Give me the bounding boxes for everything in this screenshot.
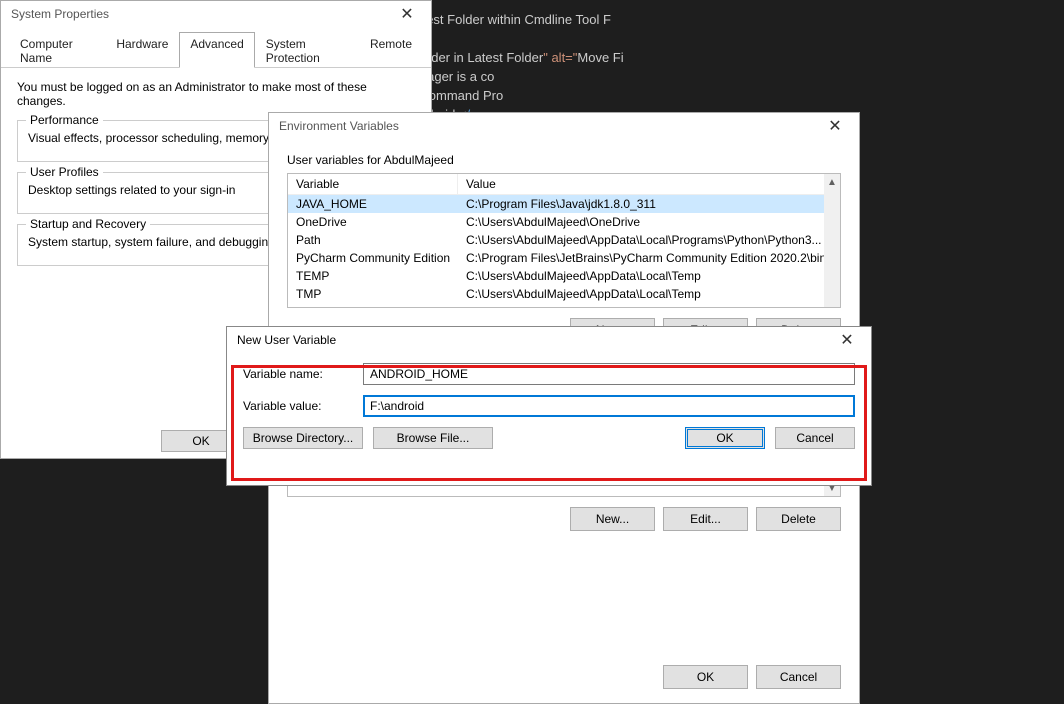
cell-value: C:\Users\AbdulMajeed\OneDrive — [458, 213, 840, 231]
tab-advanced[interactable]: Advanced — [179, 32, 254, 68]
cell-variable: TMP — [288, 285, 458, 303]
cell-value: C:\Program Files\Java\jdk1.8.0_311 — [458, 195, 840, 213]
window-title: System Properties — [11, 7, 389, 21]
cell-variable: JAVA_HOME — [288, 195, 458, 213]
cell-value: C:\Users\AbdulMajeed\AppData\Local\Temp — [458, 285, 840, 303]
cell-value: C:\Users\AbdulMajeed\AppData\Local\Progr… — [458, 231, 840, 249]
user-variables-table[interactable]: Variable Value JAVA_HOMEC:\Program Files… — [287, 173, 841, 308]
dialog-buttons: OK Cancel — [663, 665, 841, 689]
cancel-button[interactable]: Cancel — [756, 665, 841, 689]
variable-name-input[interactable] — [363, 363, 855, 385]
titlebar: System Properties ✕ — [1, 1, 431, 27]
new-button[interactable]: New... — [570, 507, 655, 531]
col-variable[interactable]: Variable — [288, 174, 458, 194]
group-title: Startup and Recovery — [26, 217, 150, 231]
table-row[interactable]: TMPC:\Users\AbdulMajeed\AppData\Local\Te… — [288, 285, 840, 303]
scrollbar[interactable]: ▲ — [824, 174, 840, 307]
close-icon[interactable]: ✕ — [817, 113, 853, 139]
newvar-body: Variable name: Variable value: Browse Di… — [227, 353, 871, 461]
new-user-variable-dialog: New User Variable ✕ Variable name: Varia… — [226, 326, 872, 486]
browse-file-button[interactable]: Browse File... — [373, 427, 493, 449]
table-row[interactable]: PathC:\Users\AbdulMajeed\AppData\Local\P… — [288, 231, 840, 249]
cell-value: C:\Users\AbdulMajeed\AppData\Local\Temp — [458, 267, 840, 285]
cell-variable: OneDrive — [288, 213, 458, 231]
table-row[interactable]: OneDriveC:\Users\AbdulMajeed\OneDrive — [288, 213, 840, 231]
tab-system-protection[interactable]: System Protection — [255, 32, 359, 68]
table-header: Variable Value — [288, 174, 840, 195]
titlebar: New User Variable ✕ — [227, 327, 871, 353]
window-title: Environment Variables — [279, 119, 817, 133]
ok-button[interactable]: OK — [685, 427, 765, 449]
tab-remote[interactable]: Remote — [359, 32, 423, 68]
tab-hardware[interactable]: Hardware — [105, 32, 179, 68]
browse-directory-button[interactable]: Browse Directory... — [243, 427, 363, 449]
close-icon[interactable]: ✕ — [829, 327, 865, 353]
cancel-button[interactable]: Cancel — [775, 427, 855, 449]
scroll-up-icon[interactable]: ▲ — [824, 174, 840, 190]
tab-computer-name[interactable]: Computer Name — [9, 32, 105, 68]
window-title: New User Variable — [237, 333, 829, 347]
variable-name-label: Variable name: — [243, 367, 363, 381]
table-row[interactable]: JAVA_HOMEC:\Program Files\Java\jdk1.8.0_… — [288, 195, 840, 213]
cell-variable: PyCharm Community Edition — [288, 249, 458, 267]
table-row[interactable]: TEMPC:\Users\AbdulMajeed\AppData\Local\T… — [288, 267, 840, 285]
titlebar: Environment Variables ✕ — [269, 113, 859, 139]
close-icon[interactable]: ✕ — [389, 1, 425, 27]
group-title: Performance — [26, 113, 103, 127]
edit-button[interactable]: Edit... — [663, 507, 748, 531]
group-title: User Profiles — [26, 165, 103, 179]
ok-button[interactable]: OK — [663, 665, 748, 689]
cell-value: C:\Program Files\JetBrains\PyCharm Commu… — [458, 249, 840, 267]
cell-variable: TEMP — [288, 267, 458, 285]
system-buttons: New... Edit... Delete — [287, 507, 841, 531]
variable-value-label: Variable value: — [243, 399, 363, 413]
tabs: Computer NameHardwareAdvancedSystem Prot… — [1, 31, 431, 68]
table-row[interactable]: PyCharm Community EditionC:\Program File… — [288, 249, 840, 267]
delete-button[interactable]: Delete — [756, 507, 841, 531]
cell-variable: Path — [288, 231, 458, 249]
user-variables-label: User variables for AbdulMajeed — [287, 153, 841, 167]
variable-value-input[interactable] — [363, 395, 855, 417]
col-value[interactable]: Value — [458, 174, 840, 194]
admin-message: You must be logged on as an Administrato… — [17, 80, 415, 108]
